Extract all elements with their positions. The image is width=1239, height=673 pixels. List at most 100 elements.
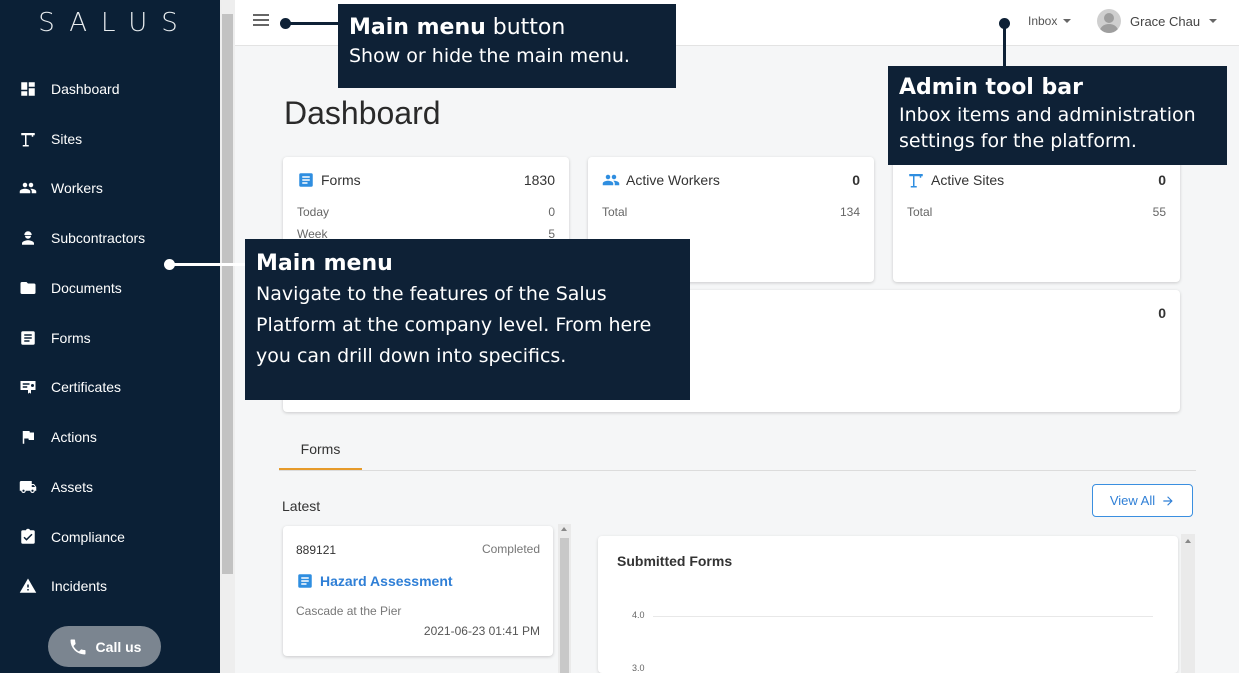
card-title: Active Sites xyxy=(931,172,1005,188)
sidebar-item-label: Sites xyxy=(51,131,83,147)
form-date: 2021-06-23 01:41 PM xyxy=(423,624,540,638)
folder-icon xyxy=(18,278,38,298)
arrow-right-icon xyxy=(1163,495,1173,506)
sidebar-item-actions[interactable]: Actions xyxy=(18,422,97,452)
inbox-dropdown[interactable]: Inbox xyxy=(1028,14,1072,28)
call-us-label: Call us xyxy=(95,638,142,655)
chart-title: Submitted Forms xyxy=(617,553,733,569)
sidebar-item-label: Actions xyxy=(51,429,97,445)
sidebar-item-label: Certificates xyxy=(51,379,122,395)
callout-heading: Admin tool bar xyxy=(899,75,1083,100)
chevron-down-icon xyxy=(1209,19,1218,23)
dashboard-icon xyxy=(18,79,38,99)
callout-body: Navigate to the features of the Salus xyxy=(256,283,607,305)
status-badge: Completed xyxy=(481,542,540,556)
card-count: 1830 xyxy=(523,172,555,188)
form-icon xyxy=(299,173,313,187)
user-menu[interactable]: Grace Chau xyxy=(1097,9,1218,33)
gridline xyxy=(653,616,1153,617)
people-icon xyxy=(602,174,620,186)
callout-body: you can drill down into specifics. xyxy=(256,345,567,367)
user-name: Grace Chau xyxy=(1130,13,1201,29)
submitted-forms-chart: Submitted Forms 4.0 3.0 xyxy=(598,536,1178,673)
sidebar-item-subcontractors[interactable]: Subcontractors xyxy=(18,223,145,253)
sidebar-item-label: Documents xyxy=(51,280,122,296)
stat-value: 55 xyxy=(1152,205,1166,219)
sidebar-item-label: Incidents xyxy=(51,578,108,594)
tab-forms[interactable]: Forms xyxy=(279,432,362,470)
form-icon xyxy=(298,574,312,588)
stat-label: Total xyxy=(907,205,933,219)
chevron-down-icon xyxy=(1063,19,1072,23)
card-title: Active Workers xyxy=(626,172,720,188)
clipboard-check-icon xyxy=(18,527,38,547)
y-tick-label: 3.0 xyxy=(632,663,645,673)
sidebar-item-documents[interactable]: Documents xyxy=(18,273,122,303)
callout-body: Show or hide the main menu. xyxy=(349,45,630,67)
flag-icon xyxy=(18,427,38,447)
callout-leader xyxy=(170,263,246,266)
form-id: 889121 xyxy=(296,543,337,557)
callout-main-menu: Main menu Navigate to the features of th… xyxy=(245,239,690,400)
callout-heading-rest: button xyxy=(485,15,566,40)
latest-list-scrollbar[interactable] xyxy=(558,524,571,673)
sidebar-item-label: Dashboard xyxy=(51,81,120,97)
worker-icon xyxy=(18,228,38,248)
card-count: 0 xyxy=(1158,172,1166,188)
sidebar-item-label: Forms xyxy=(51,330,91,346)
sidebar-item-assets[interactable]: Assets xyxy=(18,472,93,502)
form-icon xyxy=(18,328,38,348)
tab-divider xyxy=(279,470,1196,471)
callout-body: Platform at the company level. From here xyxy=(256,314,652,336)
call-us-button[interactable]: Call us xyxy=(48,626,161,667)
callout-main-menu-button: Main menu button Show or hide the main m… xyxy=(338,4,676,88)
sidebar-item-incidents[interactable]: Incidents xyxy=(18,571,107,601)
sidebar-item-workers[interactable]: Workers xyxy=(18,173,103,203)
stat-value: 0 xyxy=(548,205,555,219)
sidebar-item-label: Assets xyxy=(51,479,94,495)
callout-admin-toolbar: Admin tool bar Inbox items and administr… xyxy=(888,66,1227,165)
main-menu-button[interactable] xyxy=(253,14,269,30)
active-sites-card[interactable]: Active Sites 0 Total 55 xyxy=(893,157,1180,282)
form-title: Hazard Assessment xyxy=(320,573,453,589)
crane-icon xyxy=(18,129,38,149)
avatar xyxy=(1097,9,1121,33)
view-all-button[interactable]: View All xyxy=(1092,484,1193,517)
card-count: 0 xyxy=(852,172,860,188)
sidebar: SALUS Dashboard Sites Workers Subcontrac… xyxy=(0,0,220,673)
callout-leader xyxy=(285,22,340,25)
callout-leader xyxy=(1003,24,1006,66)
callout-body: settings for the platform. xyxy=(899,130,1137,152)
people-icon xyxy=(18,178,38,198)
chart-scrollbar[interactable] xyxy=(1181,534,1195,673)
card-title: Forms xyxy=(321,172,361,188)
truck-icon xyxy=(18,477,38,497)
form-site: Cascade at the Pier xyxy=(296,604,402,618)
inbox-label: Inbox xyxy=(1028,14,1058,28)
callout-heading: Main menu xyxy=(256,251,393,276)
form-title-link[interactable]: Hazard Assessment xyxy=(296,572,453,590)
callout-body: Inbox items and administration xyxy=(899,104,1196,126)
crane-icon xyxy=(909,174,923,188)
stat-label: Today xyxy=(297,205,330,219)
sidebar-item-dashboard[interactable]: Dashboard xyxy=(18,74,120,104)
latest-form-card[interactable]: 889121 Completed Hazard Assessment Casca… xyxy=(283,526,553,656)
sidebar-item-label: Compliance xyxy=(51,529,125,545)
warning-icon xyxy=(18,576,38,596)
phone-icon xyxy=(70,639,86,654)
sidebar-item-label: Subcontractors xyxy=(51,230,146,246)
stat-value: 134 xyxy=(839,205,860,219)
sidebar-scrollbar-thumb[interactable] xyxy=(222,14,233,574)
latest-heading: Latest xyxy=(282,498,321,514)
sidebar-item-sites[interactable]: Sites xyxy=(18,124,82,154)
card-count: 0 xyxy=(1158,305,1166,321)
sidebar-item-compliance[interactable]: Compliance xyxy=(18,522,125,552)
y-tick-label: 4.0 xyxy=(632,610,645,620)
salus-logo: SALUS xyxy=(38,8,192,38)
callout-heading: Main menu xyxy=(349,15,486,40)
sidebar-item-forms[interactable]: Forms xyxy=(18,323,91,353)
view-all-label: View All xyxy=(1109,493,1156,508)
sidebar-item-label: Workers xyxy=(51,180,103,196)
callout-dot xyxy=(280,18,291,29)
sidebar-item-certificates[interactable]: Certificates xyxy=(18,372,121,402)
